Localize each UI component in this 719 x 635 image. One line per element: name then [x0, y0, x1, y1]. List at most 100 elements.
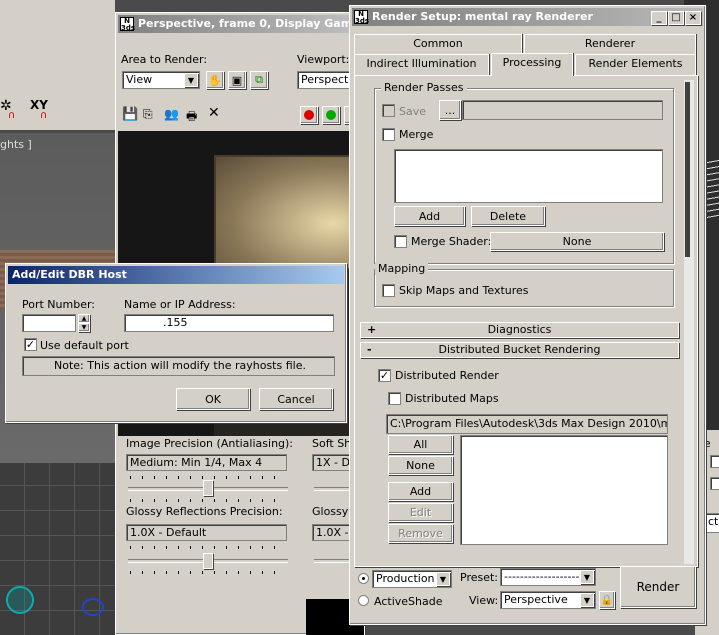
diagnostics-rollout[interactable]: + Diagnostics	[360, 322, 679, 338]
maximize-button[interactable]: □	[668, 11, 684, 25]
dbr-dialog-titlebar[interactable]: Add/Edit DBR Host	[8, 266, 344, 284]
remove-host-button[interactable]: Remove	[388, 524, 453, 543]
merge-shader-label: Merge Shader:	[411, 235, 492, 248]
chevron-down-icon[interactable]: ▼	[184, 73, 198, 87]
save-image-icon[interactable]: 💾	[122, 107, 138, 122]
activeshade-radio[interactable]	[358, 595, 369, 606]
name-ip-field[interactable]: .155	[124, 314, 334, 332]
port-spinner[interactable]: ▲ ▼	[78, 314, 90, 332]
merge-list[interactable]	[394, 149, 663, 203]
skip-maps-checkbox[interactable]	[382, 284, 395, 297]
render-setup-titlebar[interactable]: N 3ds Render Setup: mental ray Renderer _…	[352, 8, 703, 26]
merge-checkbox[interactable]	[382, 128, 395, 141]
tab-renderer[interactable]: Renderer	[524, 34, 696, 54]
tab-indirect-illumination[interactable]: Indirect Illumination	[354, 54, 489, 75]
region-hand-button[interactable]: ✋	[206, 71, 224, 89]
use-default-port-checkbox[interactable]: ✓	[24, 338, 37, 351]
right-edge-checkbox-2[interactable]	[710, 477, 719, 490]
save-label: Save	[399, 105, 427, 118]
edit-host-button[interactable]: Edit	[388, 503, 453, 522]
3ds-logo-icon: N 3ds	[120, 17, 136, 32]
distributed-maps-checkbox[interactable]	[388, 392, 401, 405]
clone-frame-icon[interactable]: 👥	[164, 107, 179, 121]
render-button[interactable]: Render	[620, 566, 696, 608]
teal-object-icon	[6, 586, 34, 614]
view-dropdown[interactable]: Perspective ▼	[500, 591, 596, 609]
area-to-render-dropdown[interactable]: View ▼	[122, 71, 200, 89]
hosts-list[interactable]	[460, 435, 668, 545]
image-precision-label: Image Precision (Antialiasing):	[126, 437, 294, 450]
save-checkbox[interactable]	[382, 104, 395, 117]
name-ip-label: Name or IP Address:	[124, 298, 236, 311]
select-all-button[interactable]: All	[388, 435, 453, 454]
merge-shader-button[interactable]: None	[490, 232, 664, 251]
ok-button[interactable]: OK	[176, 388, 250, 410]
magnet-icon[interactable]: ∩	[8, 110, 15, 121]
merge-shader-checkbox[interactable]	[394, 235, 407, 248]
red-channel-button[interactable]	[300, 106, 318, 124]
preset-value: -------------------	[504, 570, 580, 583]
use-default-port-label: Use default port	[40, 339, 129, 352]
dbr-host-dialog: Add/Edit DBR Host Port Number: ▲ ▼ Name …	[5, 263, 347, 423]
glossy-field[interactable]: 1.0X - Default	[126, 524, 287, 541]
image-precision-field[interactable]: Medium: Min 1/4, Max 4	[126, 454, 287, 471]
save-path-field[interactable]	[462, 100, 663, 120]
scrollbar-thumb[interactable]	[685, 82, 690, 257]
delete-pass-button[interactable]: Delete	[471, 206, 545, 226]
lock-view-button[interactable]: 🔒	[599, 591, 615, 609]
close-icon[interactable]: ✕	[208, 105, 220, 121]
copy-image-icon[interactable]: ⎘	[143, 107, 153, 122]
print-icon[interactable]: 🖶	[186, 107, 197, 128]
chevron-down-icon[interactable]: ▼	[580, 570, 594, 584]
glossy-ticks-bottom	[130, 571, 286, 574]
render-passes-label: Render Passes	[381, 81, 467, 94]
diagnostics-expand-icon: +	[367, 323, 377, 336]
production-dropdown[interactable]: Production ▼	[372, 570, 452, 588]
close-button[interactable]: ×	[685, 11, 701, 25]
add-host-button[interactable]: Add	[388, 482, 453, 501]
crop-button[interactable]: ▣	[228, 71, 246, 89]
production-radio[interactable]	[358, 573, 369, 584]
add-pass-button[interactable]: Add	[394, 206, 465, 226]
frame-window-titlebar[interactable]: N 3ds Perspective, frame 0, Display Gamma	[118, 15, 362, 33]
viewport-label: Viewport:	[297, 53, 350, 66]
glossy-thumb[interactable]	[203, 553, 213, 569]
skip-maps-label: Skip Maps and Textures	[399, 284, 529, 297]
dbr-collapse-icon: -	[367, 343, 372, 356]
blue-object-icon	[82, 598, 104, 616]
minimize-button[interactable]: _	[651, 11, 667, 25]
auto-region-button[interactable]: ⧉	[250, 71, 268, 89]
merge-label: Merge	[399, 128, 434, 141]
browse-button[interactable]: ...	[439, 100, 461, 120]
glossy-label: Glossy Reflections Precision:	[126, 505, 283, 518]
preset-dropdown[interactable]: ------------------- ▼	[500, 568, 596, 586]
port-number-field[interactable]	[22, 314, 76, 332]
distributed-maps-label: Distributed Maps	[405, 392, 499, 405]
dbr-dialog-title: Add/Edit DBR Host	[12, 268, 127, 281]
chevron-down-icon[interactable]: ▼	[436, 572, 450, 586]
glossy-ticks	[130, 546, 286, 549]
tab-render-elements[interactable]: Render Elements	[575, 54, 696, 75]
dbr-rollout[interactable]: - Distributed Bucket Rendering	[360, 342, 679, 358]
distributed-render-checkbox[interactable]: ✓	[378, 369, 391, 382]
spinner-up-icon[interactable]: ▲	[78, 314, 90, 323]
select-none-button[interactable]: None	[388, 456, 453, 475]
viewport-label[interactable]: ghts ]	[0, 138, 32, 151]
spinner-down-icon[interactable]: ▼	[78, 323, 90, 332]
area-to-render-value: View	[126, 73, 153, 86]
chevron-down-icon[interactable]: ▼	[580, 593, 594, 607]
green-channel-button[interactable]	[322, 106, 340, 124]
rayhosts-path-field[interactable]: C:\Program Files\Autodesk\3ds Max Design…	[386, 414, 668, 434]
area-to-render-label: Area to Render:	[121, 53, 208, 66]
magnet-icon-2[interactable]: ∩	[40, 110, 47, 121]
image-precision-ticks-bottom	[130, 499, 286, 502]
port-number-label: Port Number:	[22, 298, 96, 311]
rayhosts-note: Note: This action will modify the rayhos…	[22, 356, 335, 376]
tab-common[interactable]: Common	[354, 34, 522, 54]
production-label: Production	[376, 572, 435, 585]
frame-window-title: Perspective, frame 0, Display Gamma	[138, 17, 362, 30]
image-precision-thumb[interactable]	[203, 480, 213, 496]
right-edge-checkbox[interactable]	[710, 455, 719, 468]
cancel-button[interactable]: Cancel	[259, 388, 333, 410]
tab-processing[interactable]: Processing	[491, 53, 573, 76]
